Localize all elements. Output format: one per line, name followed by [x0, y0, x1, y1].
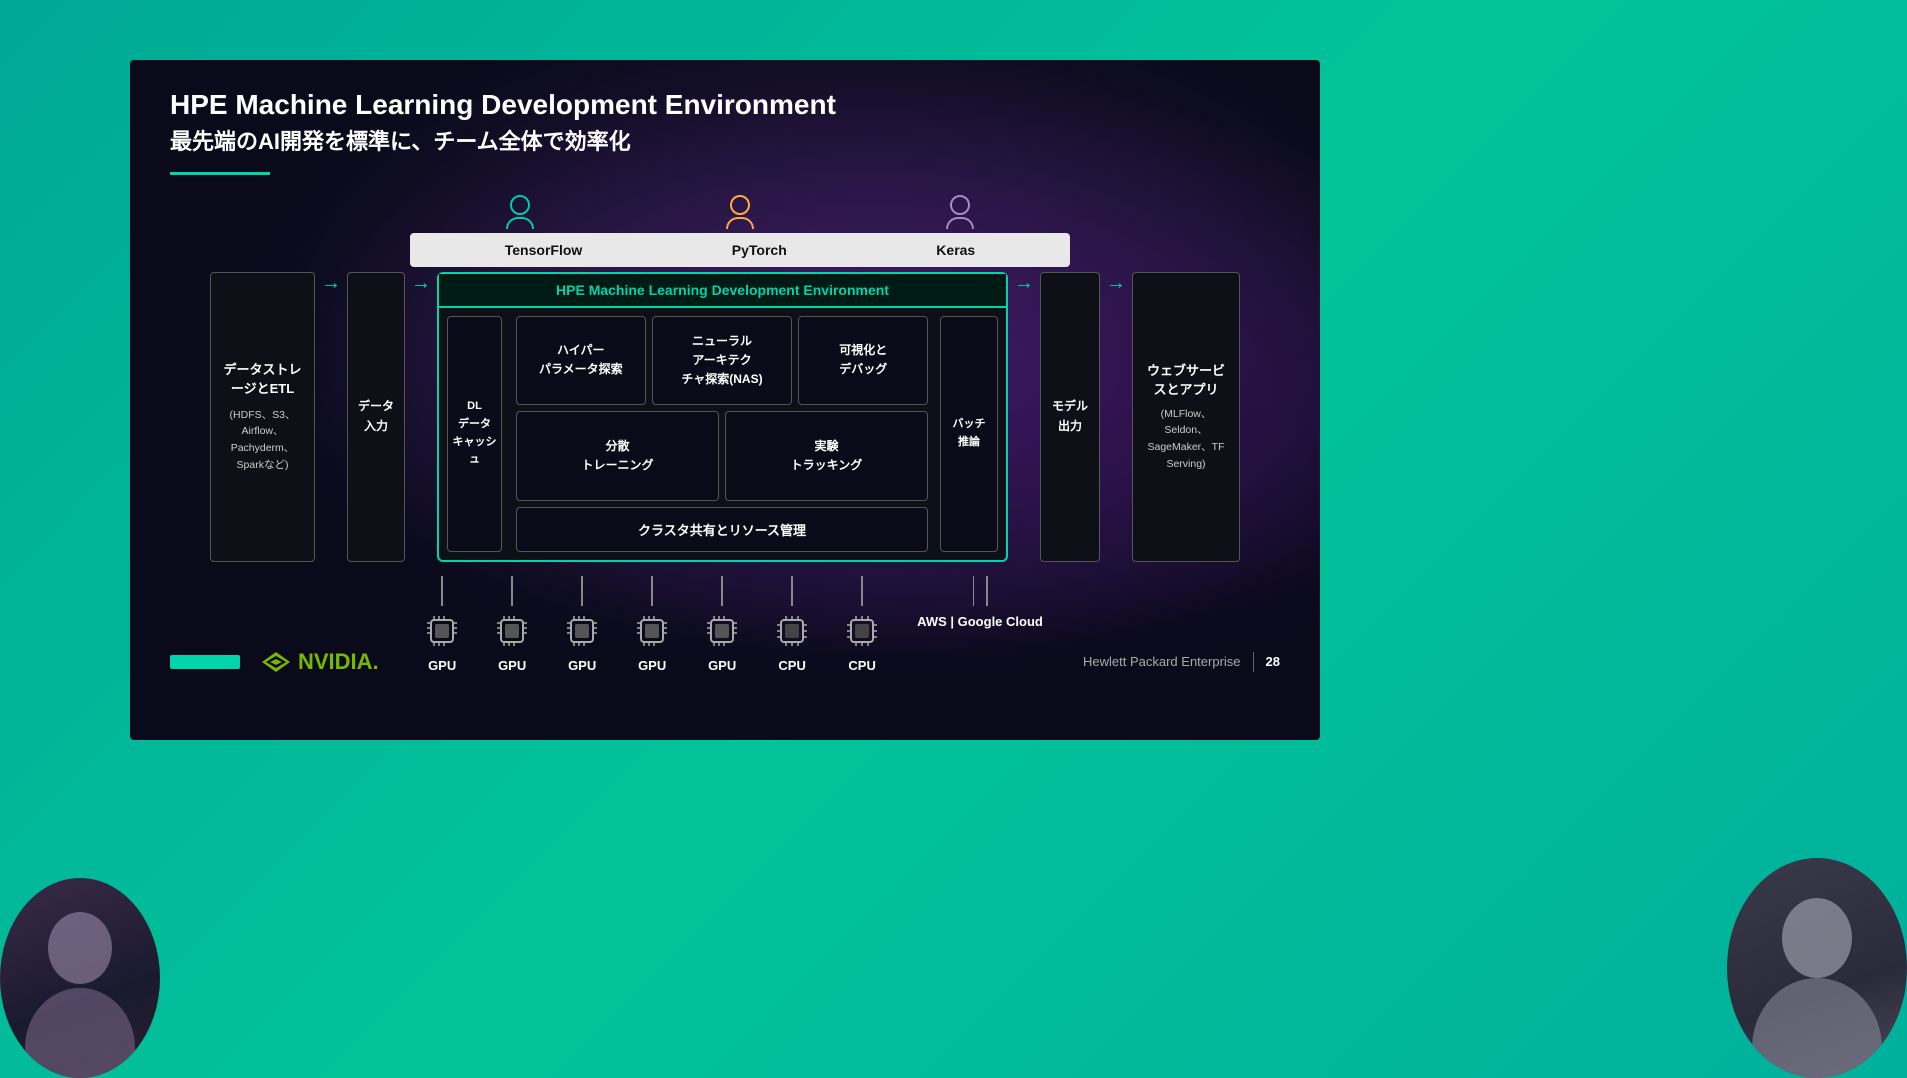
framework-bar: TensorFlow PyTorch Keras: [410, 233, 1070, 267]
experiment-label: 実験トラッキング: [791, 437, 863, 475]
arrow-left: →: [321, 272, 341, 562]
title-underline-decoration: [170, 172, 270, 175]
arrow-web-service: →: [1106, 272, 1126, 562]
nvidia-eye-icon: [260, 650, 292, 674]
dl-cache-label: DLデータキャッシュ: [448, 398, 501, 468]
framework-tensorflow: TensorFlow: [505, 242, 583, 258]
arrow-model-output: →: [1014, 272, 1034, 562]
framework-row: TensorFlow PyTorch Keras: [210, 195, 1240, 267]
hyperparams-label: ハイパーパラメータ探索: [539, 341, 623, 379]
web-service-subtitle: (MLFlow、Seldon、SageMaker、TF Serving): [1143, 406, 1229, 473]
footer-right: Hewlett Packard Enterprise 28: [1083, 652, 1280, 672]
experiment-tracking-box: 実験トラッキング: [725, 411, 928, 501]
web-service-title: ウェブサービスとアプリ: [1143, 361, 1229, 400]
visualization-box: 可視化とデバッグ: [798, 316, 928, 406]
person-icon-3-body: [946, 217, 974, 229]
data-storage-subtitle: (HDFS、S3、Airflow、Pachyderm、Sparkなど): [221, 407, 304, 474]
cloud-item: AWS | Google Cloud: [917, 576, 1043, 629]
diagram-wrapper: データストレージとETL (HDFS、S3、Airflow、Pachyderm、…: [170, 272, 1280, 562]
data-storage-title: データストレージとETL: [221, 360, 304, 399]
framework-pytorch: PyTorch: [732, 242, 787, 258]
person-pytorch: [726, 195, 754, 229]
gpu-chip-icon-3: [563, 612, 601, 650]
person-tensorflow: [506, 195, 534, 229]
cloud-line-2: [986, 576, 988, 606]
slide-container: HPE Machine Learning Development Environ…: [130, 60, 1320, 740]
person-icon-1-head: [510, 195, 530, 215]
distributed-training-box: 分散トレーニング: [516, 411, 719, 501]
persons-row: [410, 195, 1070, 229]
person-icon-1-body: [506, 217, 534, 229]
cluster-label: クラスタ共有とリソース管理: [638, 523, 806, 538]
nvidia-logo: NVIDIA.: [260, 649, 379, 675]
cpu-chip-icon-1: [773, 612, 811, 650]
slide-footer: NVIDIA. Hewlett Packard Enterprise 28: [170, 649, 1280, 675]
model-output-box: モデル 出力: [1040, 272, 1100, 562]
gpu-chip-icon-5: [703, 612, 741, 650]
cloud-connector-lines: [973, 576, 988, 606]
gpu-chip-icon-2: [493, 612, 531, 650]
data-input-box: データ入力: [347, 272, 405, 562]
person-icon-2-body: [726, 217, 754, 229]
footer-logos: NVIDIA.: [170, 649, 379, 675]
nvidia-text: NVIDIA.: [298, 649, 379, 675]
web-service-box: ウェブサービスとアプリ (MLFlow、Seldon、SageMaker、TF …: [1132, 272, 1240, 562]
presenter-right-thumbnail: [1727, 858, 1907, 1078]
presenter-left-thumbnail: [0, 878, 160, 1078]
person-icon-2-head: [730, 195, 750, 215]
full-diagram: データストレージとETL (HDFS、S3、Airflow、Pachyderm、…: [210, 272, 1240, 562]
batch-inference-box: バッチ推論: [940, 316, 998, 552]
framework-keras: Keras: [936, 242, 975, 258]
batch-inference-label: バッチ推論: [953, 416, 986, 451]
cpu-chip-icon-2: [843, 612, 881, 650]
slide-subtitle: 最先端のAI開発を標準に、チーム全体で効率化: [170, 124, 1280, 156]
mlde-header: HPE Machine Learning Development Environ…: [439, 274, 1006, 308]
hyperparams-box: ハイパーパラメータ探索: [516, 316, 646, 406]
presenter-left-silhouette: [0, 878, 160, 1078]
neural-arch-label: ニューラルアーキテクチャ探索(NAS): [681, 332, 762, 390]
footer-company: Hewlett Packard Enterprise: [1083, 654, 1241, 669]
slide-content: HPE Machine Learning Development Environ…: [130, 60, 1320, 693]
fw-content: TensorFlow PyTorch Keras: [410, 195, 1070, 267]
cloud-label: AWS | Google Cloud: [917, 614, 1043, 629]
page-divider: [1253, 652, 1254, 672]
person-keras: [946, 195, 974, 229]
model-output-label: モデル 出力: [1049, 397, 1091, 435]
mlde-inner-content: DLデータキャッシュ ハイパーパラメータ探索 ニューラルアーキテクチャ探索(NA…: [439, 308, 1006, 560]
data-storage-box: データストレージとETL (HDFS、S3、Airflow、Pachyderm、…: [210, 272, 315, 562]
mlde-outer-box: HPE Machine Learning Development Environ…: [437, 272, 1008, 562]
gpu-chip-icon-1: [423, 612, 461, 650]
data-input-label: データ入力: [358, 397, 394, 435]
presenter-right-silhouette: [1727, 858, 1907, 1078]
arrow-data-input: →: [411, 272, 431, 562]
distributed-label: 分散トレーニング: [581, 437, 653, 475]
slide-main-title: HPE Machine Learning Development Environ…: [170, 88, 1280, 122]
neural-arch-box: ニューラルアーキテクチャ探索(NAS): [652, 316, 793, 406]
gpu-chip-icon-4: [633, 612, 671, 650]
cluster-box: クラスタ共有とリソース管理: [516, 507, 928, 552]
top-section: TensorFlow PyTorch Keras: [170, 195, 1280, 267]
dl-cache-box: DLデータキャッシュ: [447, 316, 502, 552]
page-number: 28: [1266, 654, 1280, 669]
visualization-label: 可視化とデバッグ: [839, 341, 887, 379]
hpe-green-bar-logo: [170, 655, 240, 669]
cloud-line-1: [973, 576, 975, 606]
person-icon-3-head: [950, 195, 970, 215]
